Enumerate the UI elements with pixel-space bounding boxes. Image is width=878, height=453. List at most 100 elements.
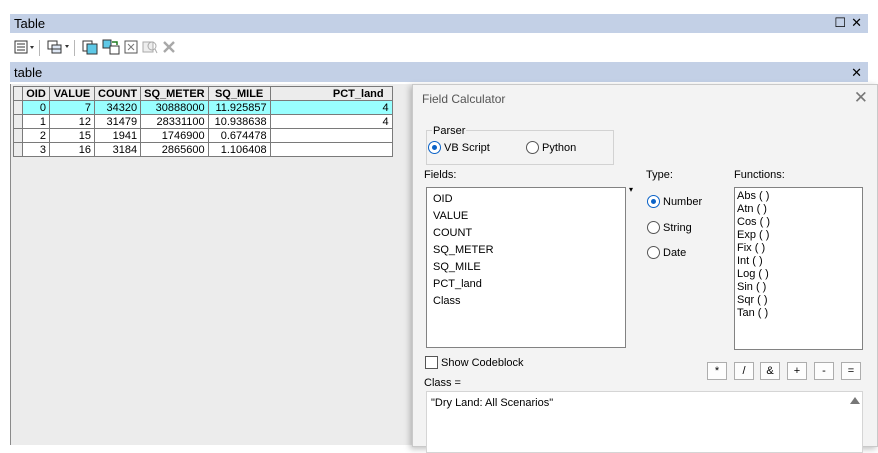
restore-icon[interactable]: ☐ (834, 16, 846, 30)
parser-option-vbscript[interactable]: VB Script (428, 141, 490, 154)
number-radio[interactable] (647, 195, 660, 208)
column-header-sq-mile[interactable]: SQ_MILE (207, 86, 271, 101)
string-radio[interactable] (647, 221, 660, 234)
function-item[interactable]: Exp ( ) (735, 229, 862, 242)
zoom-to-selected-button[interactable] (142, 38, 158, 58)
cell-pct-land[interactable] (269, 128, 393, 143)
row-selector[interactable] (13, 142, 23, 157)
type-option-date[interactable]: Date (647, 246, 686, 259)
cell-pct-land[interactable]: 4 (269, 100, 393, 115)
cell-oid[interactable]: 3 (22, 142, 50, 157)
dialog-close-icon[interactable]: ✕ (854, 89, 868, 106)
row-selector[interactable] (13, 114, 23, 129)
related-tables-button[interactable] (47, 38, 71, 58)
table-row[interactable]: 0 7 34320 30888000 11.925857 4 (13, 100, 393, 115)
field-item[interactable]: OID (427, 191, 625, 208)
vbscript-label: VB Script (444, 141, 490, 154)
cell-oid[interactable]: 0 (22, 100, 50, 115)
cell-sq-meter[interactable]: 30888000 (140, 100, 209, 115)
show-codeblock-checkbox[interactable] (425, 356, 438, 369)
sort-dropdown-icon[interactable]: ▾ (629, 185, 633, 194)
cell-sq-mile[interactable]: 1.106408 (207, 142, 271, 157)
field-item[interactable]: PCT_land (427, 276, 625, 293)
table-row[interactable]: 1 12 31479 28331100 10.938638 4 (13, 114, 393, 129)
column-header-sq-meter[interactable]: SQ_METER (140, 86, 209, 101)
show-codeblock-label: Show Codeblock (441, 356, 524, 369)
parser-label: Parser (432, 125, 467, 137)
divide-button[interactable]: / (734, 362, 754, 380)
function-item[interactable]: Log ( ) (735, 268, 862, 281)
window-title: Table (14, 16, 46, 31)
scroll-up-icon[interactable] (850, 397, 860, 404)
cell-count[interactable]: 34320 (93, 100, 142, 115)
cell-pct-land[interactable]: 4 (269, 114, 393, 129)
cell-count[interactable]: 31479 (93, 114, 142, 129)
cell-value[interactable]: 7 (49, 100, 95, 115)
field-item[interactable]: SQ_METER (427, 242, 625, 259)
function-item[interactable]: Fix ( ) (735, 242, 862, 255)
functions-list[interactable]: Abs ( ) Atn ( ) Cos ( ) Exp ( ) Fix ( ) … (734, 187, 863, 350)
table-tab-title[interactable]: table (14, 65, 42, 80)
select-by-attributes-button[interactable] (82, 38, 98, 58)
row-selector[interactable] (13, 100, 23, 115)
expression-text[interactable]: "Dry Land: All Scenarios" (431, 397, 553, 409)
column-header-count[interactable]: COUNT (93, 86, 142, 101)
function-item[interactable]: Cos ( ) (735, 216, 862, 229)
row-selector[interactable] (13, 128, 23, 143)
switch-selection-button[interactable] (102, 38, 120, 58)
field-item[interactable]: Class (427, 293, 625, 310)
function-item[interactable]: Atn ( ) (735, 203, 862, 216)
close-tab-icon[interactable]: ✕ (851, 65, 862, 81)
vbscript-radio[interactable] (428, 141, 441, 154)
clear-selection-button[interactable] (124, 38, 138, 58)
cell-value[interactable]: 12 (49, 114, 95, 129)
function-item[interactable]: Int ( ) (735, 255, 862, 268)
python-radio[interactable] (526, 141, 539, 154)
field-item[interactable]: VALUE (427, 208, 625, 225)
cell-sq-mile[interactable]: 0.674478 (207, 128, 271, 143)
column-header-pct-land[interactable]: PCT_land (269, 86, 393, 101)
function-item[interactable]: Tan ( ) (735, 307, 862, 320)
cell-count[interactable]: 1941 (93, 128, 142, 143)
multiply-button[interactable]: * (707, 362, 727, 380)
fields-list[interactable]: OID VALUE COUNT SQ_METER SQ_MILE PCT_lan… (426, 187, 626, 348)
cell-pct-land[interactable] (269, 142, 393, 157)
cell-sq-mile[interactable]: 11.925857 (207, 100, 271, 115)
date-radio[interactable] (647, 246, 660, 259)
cell-value[interactable]: 15 (49, 128, 95, 143)
minus-button[interactable]: - (814, 362, 834, 380)
column-header-oid[interactable]: OID (22, 86, 50, 101)
cell-oid[interactable]: 2 (22, 128, 50, 143)
cell-count[interactable]: 3184 (93, 142, 142, 157)
field-item[interactable]: COUNT (427, 225, 625, 242)
table-options-icon (14, 40, 36, 57)
cell-oid[interactable]: 1 (22, 114, 50, 129)
cell-value[interactable]: 16 (49, 142, 95, 157)
cell-sq-meter[interactable]: 1746900 (140, 128, 209, 143)
table-row[interactable]: 2 15 1941 1746900 0.674478 (13, 128, 393, 143)
close-window-icon[interactable]: ✕ (851, 16, 862, 30)
cell-sq-mile[interactable]: 10.938638 (207, 114, 271, 129)
parser-option-python[interactable]: Python (526, 141, 576, 154)
delete-selected-button[interactable] (162, 38, 176, 58)
function-item[interactable]: Abs ( ) (735, 190, 862, 203)
table-options-button[interactable] (14, 38, 36, 58)
cell-sq-meter[interactable]: 28331100 (140, 114, 209, 129)
expression-label: Class = (424, 377, 461, 389)
column-header-value[interactable]: VALUE (49, 86, 95, 101)
equals-button[interactable]: = (841, 362, 861, 380)
cell-sq-meter[interactable]: 2865600 (140, 142, 209, 157)
expression-input[interactable]: "Dry Land: All Scenarios" (426, 391, 863, 453)
show-codeblock-option[interactable]: Show Codeblock (425, 356, 524, 369)
table-row[interactable]: 3 16 3184 2865600 1.106408 (13, 142, 393, 157)
toolbar-separator (39, 40, 40, 56)
plus-button[interactable]: + (787, 362, 807, 380)
ampersand-button[interactable]: & (760, 362, 780, 380)
field-item[interactable]: SQ_MILE (427, 259, 625, 276)
type-option-number[interactable]: Number (647, 195, 702, 208)
function-item[interactable]: Sqr ( ) (735, 294, 862, 307)
function-item[interactable]: Sin ( ) (735, 281, 862, 294)
row-selector-header[interactable] (13, 86, 23, 101)
python-label: Python (542, 141, 577, 154)
type-option-string[interactable]: String (647, 221, 692, 234)
